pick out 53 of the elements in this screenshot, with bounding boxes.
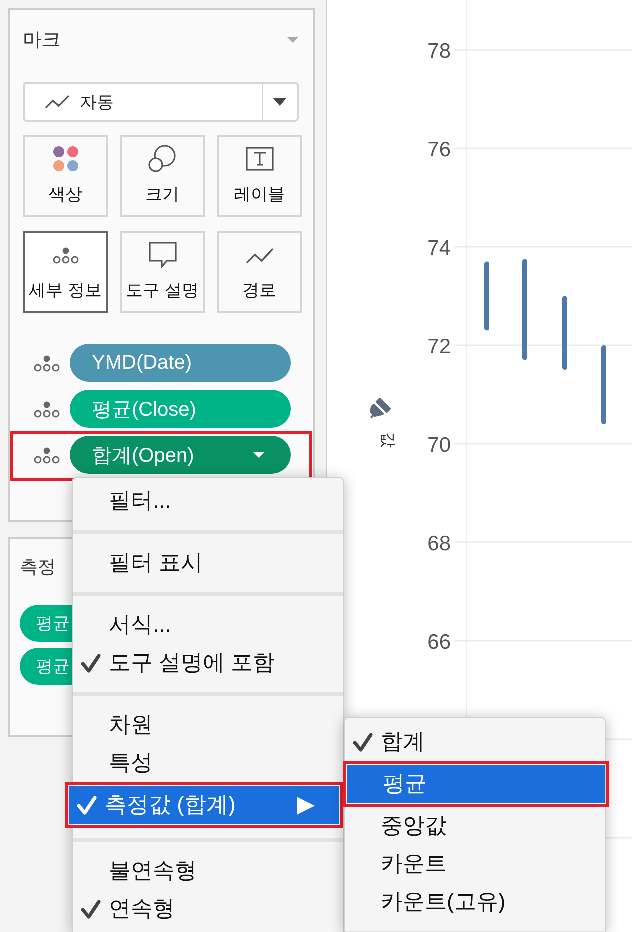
axis-tick-label: 72: [428, 336, 451, 358]
check-icon: [81, 654, 101, 674]
text-label-icon: [246, 147, 274, 171]
mark-tile-button[interactable]: 경로: [217, 231, 302, 313]
mark-tile-button[interactable]: 세부 정보: [23, 231, 108, 313]
detail-icon: [33, 400, 61, 418]
submenu-arrow-icon: [297, 797, 315, 815]
circles-icon: [148, 145, 177, 173]
axis-tick-label: 78: [428, 40, 451, 63]
mark-tile-button[interactable]: 레이블: [217, 135, 302, 217]
line-chart-icon: [45, 94, 70, 110]
pin-icon[interactable]: [370, 398, 391, 419]
mark-tile-button[interactable]: 색상: [23, 135, 108, 217]
card-title: 측정: [20, 557, 56, 577]
menu-item[interactable]: 카운트(고유): [345, 883, 605, 921]
menu-item[interactable]: 카운트: [345, 845, 605, 883]
check-icon: [77, 796, 97, 816]
menu-item[interactable]: 합계: [345, 723, 605, 761]
menu-item[interactable]: 특성: [73, 744, 343, 782]
mark-tile-button[interactable]: 도구 설명: [120, 231, 205, 313]
pill-label: 합계(Open): [92, 444, 194, 468]
menu-item[interactable]: 필터...: [73, 482, 343, 520]
detail-icon: [33, 354, 61, 372]
menu-item[interactable]: 연속형: [73, 890, 343, 928]
menu-item[interactable]: 중앙값: [345, 807, 605, 845]
detail-icon: [33, 446, 61, 464]
field-pill[interactable]: 합계(Open): [70, 436, 291, 474]
mark-type-dropdown[interactable]: 자동: [23, 82, 299, 122]
axis-tick-label: 66: [428, 631, 451, 654]
pill-label: YMD(Date): [92, 352, 192, 374]
menu-item[interactable]: 측정값 (합계): [69, 786, 339, 824]
check-icon: [81, 900, 101, 920]
axis-title: 값: [379, 432, 396, 448]
menu-item[interactable]: 불연속형: [73, 852, 343, 890]
dropdown-value: 자동: [80, 92, 114, 114]
mark-tile-button[interactable]: 크기: [120, 135, 205, 217]
axis-tick-label: 74: [428, 237, 451, 260]
line-chart-icon: [246, 246, 274, 264]
caret-icon[interactable]: [273, 98, 287, 106]
check-icon: [353, 733, 373, 753]
menu-item[interactable]: 필터 표시: [73, 544, 343, 582]
menu-item[interactable]: 평균: [347, 765, 605, 803]
pill-label: 평균(Close): [92, 398, 196, 422]
menu-item[interactable]: 도구 설명에 포함: [73, 644, 343, 682]
axis-tick-label: 76: [428, 138, 451, 162]
speech-bubble-icon: [148, 242, 176, 268]
menu-item[interactable]: 서식...: [73, 606, 343, 644]
detail-icon: [52, 246, 80, 264]
axis-tick-label: 68: [428, 532, 451, 556]
card-title: 마크: [23, 29, 61, 53]
color-dots-icon: [52, 145, 80, 173]
menu-item[interactable]: 차원: [73, 706, 343, 744]
axis-tick-label: 70: [428, 434, 451, 457]
